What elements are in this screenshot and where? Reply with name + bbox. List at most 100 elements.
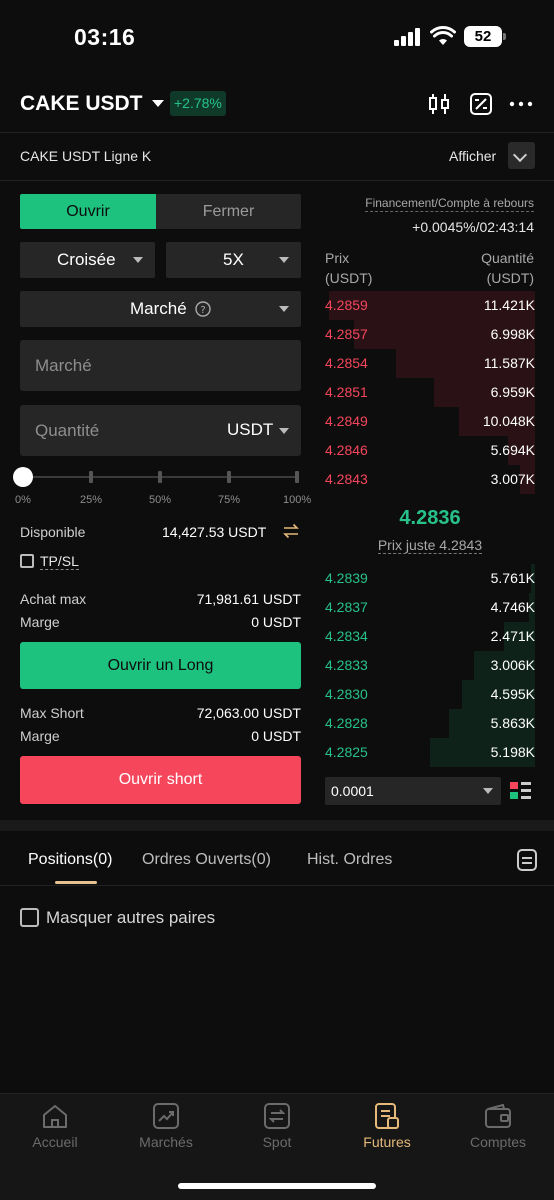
bid-row[interactable]: 4.2828 5.863K bbox=[325, 709, 535, 738]
bid-row[interactable]: 4.2833 3.006K bbox=[325, 651, 535, 680]
precision-select[interactable]: 0.0001 bbox=[325, 777, 501, 805]
bid-row[interactable]: 4.2837 4.746K bbox=[325, 593, 535, 622]
swap-icon bbox=[264, 1103, 290, 1129]
show-chart-chevron-icon[interactable] bbox=[508, 142, 535, 169]
order-price: 4.2849 bbox=[325, 413, 368, 429]
order-price: 4.2833 bbox=[325, 657, 368, 673]
quantity-unit[interactable]: USDT bbox=[227, 420, 273, 440]
divider bbox=[0, 885, 554, 886]
hide-other-pairs-checkbox[interactable] bbox=[20, 908, 39, 927]
divider bbox=[0, 180, 554, 181]
show-chart-label[interactable]: Afficher bbox=[449, 148, 496, 164]
slider-tick[interactable] bbox=[158, 471, 162, 483]
slider-tick[interactable] bbox=[89, 471, 93, 483]
quantity-header-unit: (USDT) bbox=[486, 270, 534, 286]
margin-short-value: 0 USDT bbox=[251, 728, 301, 744]
tab-positions[interactable]: Positions(0) bbox=[28, 851, 112, 869]
ask-row[interactable]: 4.2843 3.007K bbox=[325, 465, 535, 494]
slider-label-25: 25% bbox=[80, 494, 103, 506]
nav-item-accounts[interactable]: Comptes bbox=[443, 1094, 553, 1164]
bid-row[interactable]: 4.2830 4.595K bbox=[325, 680, 535, 709]
nav-item-markets[interactable]: Marchés bbox=[111, 1094, 221, 1164]
chart-icon bbox=[153, 1103, 179, 1129]
more-icon[interactable] bbox=[509, 92, 533, 116]
open-short-button[interactable]: Ouvrir short bbox=[20, 756, 301, 804]
funding-label[interactable]: Financement/Compte à rebours bbox=[365, 196, 534, 212]
order-quantity: 2.471K bbox=[490, 628, 535, 644]
tab-order-history[interactable]: Hist. Ordres bbox=[307, 851, 392, 869]
calculator-icon[interactable] bbox=[469, 92, 493, 116]
nav-item-spot[interactable]: Spot bbox=[222, 1094, 332, 1164]
slider-tick[interactable] bbox=[227, 471, 231, 483]
hide-other-pairs-label[interactable]: Masquer autres paires bbox=[46, 908, 215, 928]
order-price: 4.2837 bbox=[325, 599, 368, 615]
ask-row[interactable]: 4.2846 5.694K bbox=[325, 436, 535, 465]
order-price: 4.2859 bbox=[325, 297, 368, 313]
ask-row[interactable]: 4.2857 6.998K bbox=[325, 320, 535, 349]
slider-label-75: 75% bbox=[218, 494, 241, 506]
chevron-down-icon[interactable] bbox=[279, 428, 289, 434]
order-quantity: 5.863K bbox=[490, 715, 535, 731]
nav-item-home[interactable]: Accueil bbox=[0, 1094, 110, 1164]
margin-short-label: Marge bbox=[20, 728, 60, 744]
pair-dropdown-icon[interactable] bbox=[152, 100, 164, 107]
order-price: 4.2846 bbox=[325, 442, 368, 458]
leverage-select[interactable]: 5X bbox=[166, 242, 301, 278]
order-type-value: Marché bbox=[130, 299, 187, 318]
orderbook-layout-icon[interactable] bbox=[510, 782, 531, 799]
quantity-input[interactable]: Quantité USDT bbox=[20, 405, 301, 456]
tab-open-orders[interactable]: Ordres Ouverts(0) bbox=[142, 851, 271, 869]
bid-row[interactable]: 4.2834 2.471K bbox=[325, 622, 535, 651]
home-indicator bbox=[178, 1183, 376, 1189]
price-placeholder: Marché bbox=[35, 356, 92, 375]
ask-row[interactable]: 4.2854 11.587K bbox=[325, 349, 535, 378]
order-quantity: 5.761K bbox=[490, 570, 535, 586]
tpsl-label[interactable]: TP/SL bbox=[40, 553, 79, 570]
transfer-icon[interactable] bbox=[282, 523, 300, 539]
order-price: 4.2828 bbox=[325, 715, 368, 731]
order-quantity: 11.587K bbox=[483, 355, 535, 371]
order-quantity: 5.694K bbox=[490, 442, 535, 458]
battery-icon: 52 bbox=[464, 26, 506, 47]
order-type-select[interactable]: Marché ? bbox=[20, 291, 301, 327]
nav-label: Accueil bbox=[32, 1134, 78, 1150]
slider-handle[interactable] bbox=[13, 467, 33, 487]
bid-row[interactable]: 4.2825 5.198K bbox=[325, 738, 535, 767]
order-quantity: 6.998K bbox=[490, 326, 535, 342]
slider-tick[interactable] bbox=[295, 471, 299, 483]
wifi-icon bbox=[430, 26, 456, 45]
header: CAKE USDT +2.78% bbox=[0, 80, 554, 130]
buy-max-value: 71,981.61 USDT bbox=[196, 591, 301, 607]
ask-row[interactable]: 4.2859 11.421K bbox=[325, 291, 535, 320]
open-long-button[interactable]: Ouvrir un Long bbox=[20, 642, 301, 689]
pair-title[interactable]: CAKE USDT bbox=[20, 92, 143, 116]
fair-price-label[interactable]: Prix juste 4.2843 bbox=[377, 537, 483, 554]
chevron-down-icon bbox=[483, 788, 493, 794]
ask-row[interactable]: 4.2849 10.048K bbox=[325, 407, 535, 436]
order-price: 4.2834 bbox=[325, 628, 368, 644]
price-change-badge: +2.78% bbox=[170, 91, 226, 116]
margin-mode-select[interactable]: Croisée bbox=[20, 242, 155, 278]
tab-close[interactable]: Fermer bbox=[156, 194, 301, 229]
kline-label[interactable]: CAKE USDT Ligne K bbox=[20, 148, 151, 164]
candlestick-icon[interactable] bbox=[427, 92, 451, 116]
tab-open[interactable]: Ouvrir bbox=[20, 194, 156, 229]
chevron-down-icon bbox=[279, 257, 289, 263]
nav-item-futures[interactable]: Futures bbox=[332, 1094, 442, 1164]
divider bbox=[0, 132, 554, 133]
bid-row[interactable]: 4.2839 5.761K bbox=[325, 564, 535, 593]
nav-label: Comptes bbox=[469, 1134, 527, 1150]
tpsl-checkbox[interactable] bbox=[20, 554, 34, 568]
order-price: 4.2839 bbox=[325, 570, 368, 586]
order-price: 4.2825 bbox=[325, 744, 368, 760]
price-input[interactable]: Marché bbox=[20, 340, 301, 391]
available-label: Disponible bbox=[20, 524, 86, 540]
info-icon[interactable]: ? bbox=[195, 301, 211, 317]
chevron-down-icon bbox=[133, 257, 143, 263]
slider-label-50: 50% bbox=[149, 494, 172, 506]
status-bar: 03:16 52 bbox=[0, 0, 554, 76]
document-icon[interactable] bbox=[517, 849, 537, 871]
mid-price: 4.2836 bbox=[399, 507, 461, 529]
ask-row[interactable]: 4.2851 6.959K bbox=[325, 378, 535, 407]
quantity-header-label: Quantité bbox=[481, 250, 534, 266]
